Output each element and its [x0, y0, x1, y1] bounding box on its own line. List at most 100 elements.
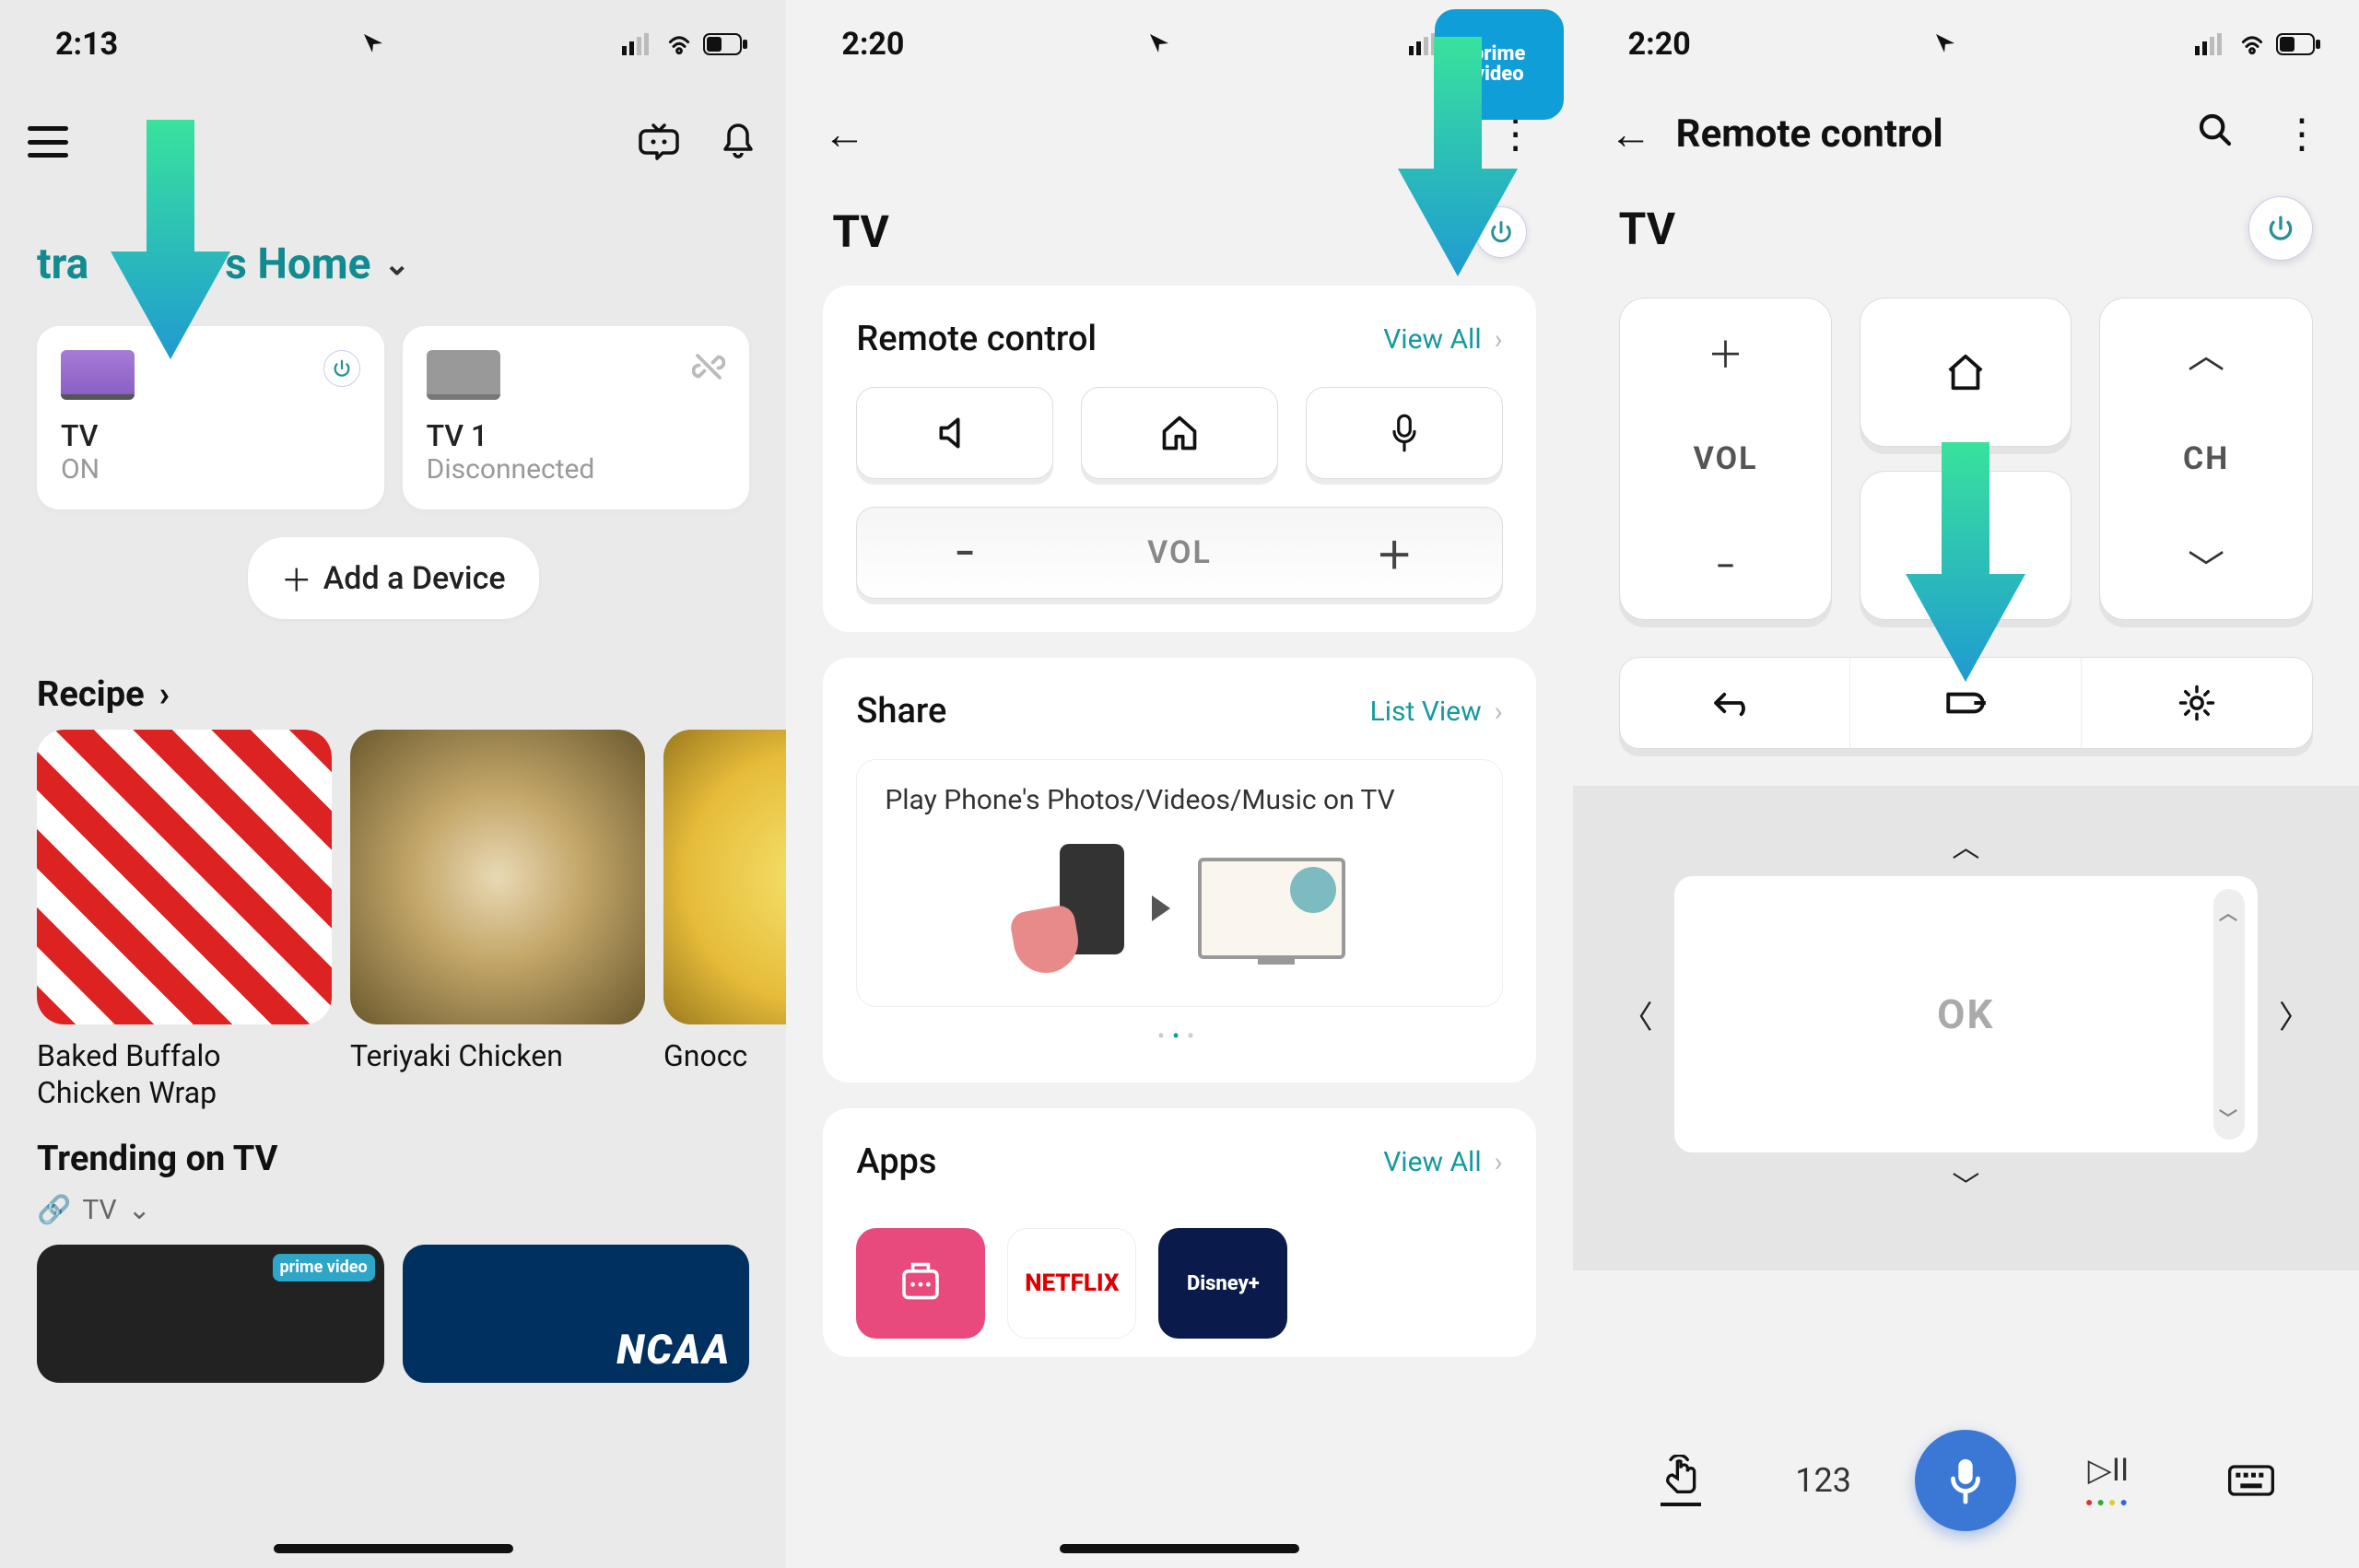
link-icon: 🔗 — [37, 1194, 71, 1226]
trending-tile[interactable]: NCAA — [403, 1245, 750, 1383]
app-netflix[interactable]: NETFLIX — [1007, 1228, 1136, 1339]
recipe-heading[interactable]: Recipe › — [0, 647, 786, 730]
recipe-card[interactable]: Baked Buffalo Chicken Wrap — [37, 730, 332, 1111]
tv-assistant-icon[interactable] — [637, 118, 681, 166]
device-name: TV 1 — [427, 418, 726, 453]
bottom-toolbar: 123 ▷II ●●●● — [1573, 1430, 2359, 1531]
dpad-up[interactable]: ︿ — [1573, 813, 2359, 876]
battery-icon — [2276, 33, 2322, 55]
dpad-right[interactable]: 〉 — [2258, 992, 2331, 1037]
playback-button[interactable]: ▷II ●●●● — [2085, 1452, 2131, 1510]
app-disney-plus[interactable]: Disney+ — [1158, 1228, 1287, 1339]
share-panel: Share List View › Play Phone's Photos/Vi… — [823, 658, 1535, 1082]
chevron-down-icon: ⌄ — [128, 1194, 151, 1226]
status-time: 2:20 — [841, 26, 904, 63]
page-header: Remote control — [1676, 111, 2173, 157]
cell-signal-icon — [2195, 33, 2228, 55]
home-indicator[interactable] — [1060, 1544, 1299, 1553]
mic-button[interactable] — [1306, 387, 1503, 479]
trending-heading: Trending on TV — [0, 1111, 786, 1194]
dpad-left[interactable]: 〈 — [1601, 992, 1674, 1037]
volume-down-button[interactable]: − — [1620, 512, 1832, 619]
status-time: 2:13 — [55, 26, 118, 63]
recipe-card[interactable]: Teriyaki Chicken — [350, 730, 645, 1111]
screen-tv-panel: 2:20 ← ⋮ TV Remote control View All › — [786, 0, 1572, 1568]
device-title: TV — [1619, 203, 1675, 255]
panel-heading: Share — [856, 691, 946, 731]
volume-up-button[interactable]: ＋ — [1287, 526, 1502, 579]
recipe-image — [37, 730, 332, 1024]
chevron-right-icon: › — [1495, 1146, 1503, 1178]
add-device-button[interactable]: ＋ Add a Device — [248, 537, 539, 619]
wifi-icon — [2237, 33, 2267, 55]
device-state: Disconnected — [427, 453, 726, 486]
location-icon — [362, 26, 384, 63]
power-icon[interactable] — [323, 350, 360, 387]
dpad-down[interactable]: ﹀ — [1573, 1153, 2359, 1215]
channel-up-button[interactable]: ︿ — [2100, 298, 2312, 405]
screen-remote-full: 2:20 ← Remote control ⋮ TV ＋ VOL − — [1573, 0, 2359, 1568]
location-icon — [1934, 26, 1956, 63]
tv-filter-chip[interactable]: 🔗 TV ⌄ — [0, 1194, 786, 1226]
power-button[interactable] — [2248, 196, 2313, 261]
recipe-image — [663, 730, 786, 1024]
touchpad-area: ︿ 〈 OK ︿﹀ 〉 ﹀ — [1573, 786, 2359, 1270]
volume-up-button[interactable]: ＋ — [1620, 298, 1832, 405]
view-all-link[interactable]: View All › — [1383, 323, 1502, 356]
battery-icon — [703, 33, 749, 55]
annotation-arrow — [111, 120, 230, 359]
bell-icon[interactable] — [718, 120, 758, 164]
volume-control: − VOL ＋ — [856, 507, 1502, 599]
volume-down-button[interactable]: − — [857, 532, 1072, 575]
prime-video-badge: prime video — [273, 1254, 375, 1281]
keyboard-button[interactable] — [2228, 1463, 2274, 1498]
kebab-menu-icon[interactable]: ⋮ — [2282, 126, 2322, 143]
share-illustration — [885, 816, 1473, 982]
settings-button[interactable] — [2082, 658, 2312, 748]
view-all-link[interactable]: View All › — [1383, 1146, 1502, 1178]
recipe-card[interactable]: Gnocc — [663, 730, 786, 1111]
ok-touchpad[interactable]: OK ︿﹀ — [1674, 876, 2258, 1153]
trending-tile[interactable]: prime video — [37, 1245, 384, 1383]
annotation-arrow — [1906, 442, 2025, 682]
mic-fab-button[interactable] — [1915, 1430, 2016, 1531]
unlink-icon — [692, 350, 725, 392]
home-button[interactable] — [1081, 387, 1278, 479]
home-button[interactable] — [1860, 298, 2071, 447]
location-icon — [1148, 26, 1170, 63]
back-icon[interactable]: ← — [823, 109, 865, 159]
color-dots-icon: ●●●● — [2085, 1494, 2131, 1510]
touch-mode-button[interactable] — [1661, 1455, 1701, 1506]
channel-rocker: ︿ CH ﹀ — [2099, 298, 2313, 620]
home-indicator[interactable] — [274, 1544, 513, 1553]
pager-dots: ••• — [856, 1007, 1502, 1049]
back-button[interactable] — [1620, 658, 1850, 748]
mute-button[interactable] — [856, 387, 1053, 479]
back-icon[interactable]: ← — [1610, 109, 1652, 159]
volume-rocker: ＋ VOL − — [1619, 298, 1833, 620]
volume-label: VOL — [1620, 405, 1832, 512]
ncaa-logo: NCAA — [616, 1326, 731, 1374]
channel-down-button[interactable]: ﹀ — [2100, 512, 2312, 619]
device-card-tv1[interactable]: TV 1 Disconnected — [403, 326, 750, 509]
panel-heading: Remote control — [856, 319, 1097, 359]
share-text: Play Phone's Photos/Videos/Music on TV — [885, 784, 1473, 816]
remote-control-panel: Remote control View All › − VOL ＋ — [823, 286, 1535, 632]
numpad-button[interactable]: 123 — [1795, 1461, 1851, 1500]
wifi-icon — [664, 33, 694, 55]
screen-home: 2:13 tra s Home ⌄ — [0, 0, 786, 1568]
list-view-link[interactable]: List View › — [1370, 696, 1503, 728]
scroll-wheel[interactable]: ︿﹀ — [2213, 889, 2245, 1140]
share-card[interactable]: Play Phone's Photos/Videos/Music on TV — [856, 759, 1502, 1007]
chevron-right-icon: › — [1495, 323, 1503, 356]
status-bar: 2:13 — [0, 0, 786, 72]
app-lg-channels[interactable] — [856, 1228, 985, 1339]
hamburger-menu-icon[interactable] — [28, 126, 68, 158]
page-title: TV — [832, 205, 888, 258]
tv-icon — [427, 350, 500, 400]
status-bar: 2:20 — [1573, 0, 2359, 72]
plus-icon: ＋ — [281, 556, 312, 601]
search-icon[interactable] — [2197, 111, 2234, 158]
chevron-right-icon: › — [1495, 696, 1503, 728]
apps-panel: Apps View All › NETFLIX prime video Disn… — [823, 1108, 1535, 1357]
